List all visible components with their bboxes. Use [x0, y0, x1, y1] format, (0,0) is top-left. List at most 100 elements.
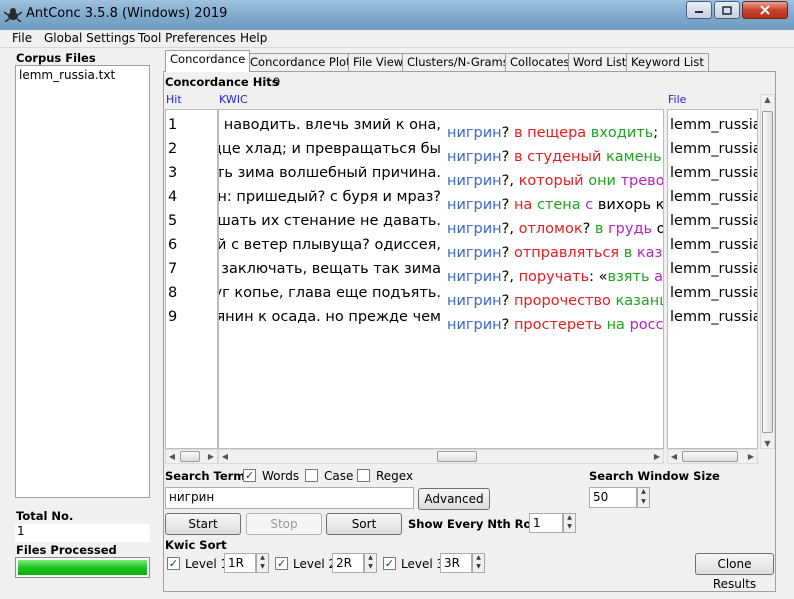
clone-results-button[interactable]: Clone Results: [695, 553, 774, 591]
kwic-row[interactable]: иянин к осада. но прежде чем нигрин? прос…: [219, 305, 663, 333]
file-name-cell[interactable]: lemm_russia: [670, 161, 757, 185]
level2-spinner[interactable]: ▲ ▼: [364, 553, 377, 573]
level2-input[interactable]: 2R: [332, 553, 364, 573]
kwic-column-header[interactable]: KWIC: [219, 93, 248, 106]
level1-label: Level 1: [185, 557, 229, 571]
scroll-left-icon[interactable]: ◀: [166, 450, 178, 463]
tab-concordance[interactable]: Concordance: [165, 50, 251, 72]
stop-button[interactable]: Stop: [246, 513, 322, 535]
maximize-button[interactable]: [714, 1, 740, 19]
spin-up-icon[interactable]: ▲: [473, 554, 484, 563]
spin-down-icon[interactable]: ▼: [365, 563, 376, 572]
window-size-spinner[interactable]: ▲ ▼: [637, 487, 650, 508]
sort-button[interactable]: Sort: [326, 513, 402, 535]
words-label: Words: [262, 469, 300, 483]
spin-up-icon[interactable]: ▲: [365, 554, 376, 563]
scroll-right-icon[interactable]: ▶: [745, 450, 757, 463]
spin-up-icon[interactable]: ▲: [564, 514, 575, 523]
scroll-down-icon[interactable]: ▼: [761, 439, 774, 448]
words-checkbox[interactable]: ✓: [243, 469, 256, 482]
level1-spinner[interactable]: ▲ ▼: [256, 553, 269, 573]
search-window-size-input[interactable]: 50: [589, 487, 637, 508]
corpus-file-item[interactable]: lemm_russia.txt: [19, 68, 115, 82]
menu-help[interactable]: Help: [240, 31, 267, 45]
hit-column-header[interactable]: Hit: [166, 93, 182, 106]
tab-word-list[interactable]: Word List: [568, 53, 632, 71]
spin-up-icon[interactable]: ▲: [257, 554, 268, 563]
file-name-cell[interactable]: lemm_russia: [670, 281, 757, 305]
file-name-pane[interactable]: lemm_russia lemm_russia lemm_russia lemm_ru…: [667, 109, 758, 449]
close-button[interactable]: [742, 1, 788, 19]
spin-down-icon[interactable]: ▼: [257, 563, 268, 572]
tab-collocates[interactable]: Collocates: [505, 53, 575, 71]
minimize-button[interactable]: [686, 1, 712, 19]
kwic-results-pane[interactable]: а наводить. влечь змий к она, нигрин? в п…: [218, 109, 664, 449]
scroll-thumb[interactable]: [180, 451, 200, 462]
hit-number[interactable]: 3: [168, 161, 177, 185]
kwic-row[interactable]: рдце хлад; и превращаться бы нигрин? в ст…: [219, 137, 663, 165]
hit-number[interactable]: 4: [168, 185, 177, 209]
tab-file-view[interactable]: File View: [348, 53, 409, 71]
hit-pane-hscroll[interactable]: ◀ ▶: [165, 449, 218, 464]
nth-row-input[interactable]: 1: [529, 513, 563, 533]
tab-clusters-ngrams[interactable]: Clusters/N-Grams: [402, 53, 514, 71]
level1-checkbox[interactable]: ✓: [167, 557, 180, 570]
file-pane-hscroll[interactable]: ◀ ▶: [667, 449, 758, 464]
start-button[interactable]: Start: [165, 513, 241, 535]
level1-input[interactable]: 1R: [224, 553, 256, 573]
case-checkbox[interactable]: [305, 469, 318, 482]
kwic-row[interactable]: ин: пришедый? с буря и мраз? нигрин? на с…: [219, 185, 663, 213]
level3-input[interactable]: 3R: [440, 553, 472, 573]
scroll-right-icon[interactable]: ▶: [651, 450, 663, 463]
file-name-cell[interactable]: lemm_russia: [670, 233, 757, 257]
kwic-row[interactable]: лышать их стенание не давать. нигрин?, от…: [219, 209, 663, 237]
hit-number[interactable]: 9: [168, 305, 177, 329]
file-name-cell[interactable]: lemm_russia: [670, 305, 757, 329]
scroll-thumb[interactable]: [682, 451, 738, 462]
level3-checkbox[interactable]: ✓: [383, 557, 396, 570]
regex-checkbox[interactable]: [357, 469, 370, 482]
scroll-left-icon[interactable]: ◀: [219, 450, 231, 463]
spin-down-icon[interactable]: ▼: [473, 563, 484, 572]
kwic-node-word[interactable]: нигрин: [447, 317, 502, 333]
advanced-button[interactable]: Advanced: [418, 488, 490, 510]
file-name-cell[interactable]: lemm_russia: [670, 185, 757, 209]
kwic-row[interactable]: ы заключать, вещать так зима нигрин?, пор…: [219, 257, 663, 285]
file-name-cell[interactable]: lemm_russia: [670, 113, 757, 137]
menu-global-settings[interactable]: Global Settings: [44, 31, 135, 45]
kwic-row[interactable]: ять зима волшебный причина. нигрин?, кото…: [219, 161, 663, 189]
hit-number[interactable]: 2: [168, 137, 177, 161]
hit-number[interactable]: 7: [168, 257, 177, 281]
scroll-right-icon[interactable]: ▶: [205, 450, 217, 463]
spin-up-icon[interactable]: ▲: [638, 488, 649, 498]
spin-down-icon[interactable]: ▼: [638, 498, 649, 508]
kwic-pane-hscroll[interactable]: ◀ ▶: [218, 449, 664, 464]
search-term-input[interactable]: нигрин: [165, 487, 414, 509]
tab-keyword-list[interactable]: Keyword List: [626, 53, 709, 71]
corpus-files-list[interactable]: lemm_russia.txt: [15, 65, 150, 498]
nth-row-spinner[interactable]: ▲ ▼: [563, 513, 576, 533]
scroll-thumb[interactable]: [437, 451, 477, 462]
scroll-thumb[interactable]: [762, 111, 773, 433]
hit-number[interactable]: 1: [168, 113, 177, 137]
level3-spinner[interactable]: ▲ ▼: [472, 553, 485, 573]
kwic-row[interactable]: а наводить. влечь змий к она, нигрин? в п…: [219, 113, 663, 141]
file-column-header[interactable]: File: [668, 93, 686, 106]
file-name-cell[interactable]: lemm_russia: [670, 137, 757, 161]
kwic-row[interactable]: ый с ветер плывуща? одиссея, нигрин? отпр…: [219, 233, 663, 261]
scroll-left-icon[interactable]: ◀: [668, 450, 680, 463]
hit-number-pane[interactable]: 123456789: [165, 109, 218, 449]
tab-concordance-plot[interactable]: Concordance Plot: [245, 53, 356, 71]
level2-checkbox[interactable]: ✓: [275, 557, 288, 570]
results-vscroll[interactable]: ▲ ▼: [760, 94, 775, 449]
kwic-row[interactable]: круг копье, глава еще подъять. нигрин? пр…: [219, 281, 663, 309]
hit-number[interactable]: 6: [168, 233, 177, 257]
scroll-up-icon[interactable]: ▲: [761, 95, 774, 104]
file-name-cell[interactable]: lemm_russia: [670, 257, 757, 281]
menu-tool-preferences[interactable]: Tool Preferences: [138, 31, 236, 45]
hit-number[interactable]: 5: [168, 209, 177, 233]
file-name-cell[interactable]: lemm_russia: [670, 209, 757, 233]
menu-file[interactable]: File: [12, 31, 32, 45]
hit-number[interactable]: 8: [168, 281, 177, 305]
spin-down-icon[interactable]: ▼: [564, 523, 575, 532]
